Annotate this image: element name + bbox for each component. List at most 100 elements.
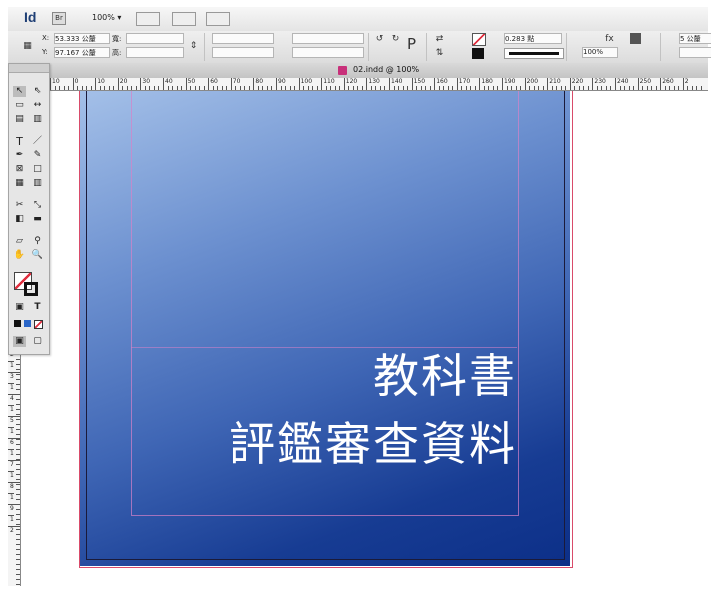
pen-tool-icon[interactable]: ✒ — [13, 150, 26, 161]
ruler-minor-tick — [420, 86, 422, 90]
hand-tool-icon[interactable]: ✋ — [13, 250, 26, 261]
direct-selection-tool-icon[interactable]: ⇖ — [31, 86, 44, 97]
document-tab-title[interactable]: 02.indd @ 100% — [353, 65, 419, 74]
tools-panel: ↖ ⇖ ▭ ↔ ▤ ▥ T ／ ✒ ✎ ⊠ □ ▦ ▥ ✂ ⤡ ◧ ▬ ▱ ⚲ … — [8, 63, 50, 355]
title-line-1[interactable]: 教科書 — [131, 346, 517, 406]
stroke-type-dropdown[interactable] — [504, 48, 564, 59]
page-tool-icon[interactable]: ▭ — [13, 100, 26, 111]
effects-icon[interactable]: fx — [604, 34, 615, 44]
zoom-level-dropdown[interactable]: 100% ▾ — [92, 13, 121, 22]
stroke-swatch[interactable] — [472, 48, 484, 59]
ruler-label: 230 — [594, 78, 606, 85]
apply-none-icon[interactable] — [34, 320, 43, 329]
ruler-label: 110 — [323, 78, 335, 85]
rotate-ccw-icon[interactable]: ↺ — [374, 34, 385, 44]
document-tab-bar: 02.indd @ 100% — [8, 63, 708, 79]
ruler-minor-tick — [239, 86, 241, 90]
normal-view-icon[interactable]: ▣ — [13, 336, 26, 347]
ruler-minor-tick — [16, 439, 20, 440]
stroke-color-swatch[interactable] — [24, 282, 38, 296]
scale-y-field[interactable] — [212, 47, 274, 58]
view-options-button[interactable] — [136, 12, 160, 26]
rotate-cw-icon[interactable]: ↻ — [390, 34, 401, 44]
reference-point-icon[interactable]: ▦ — [22, 41, 33, 51]
apply-gradient-icon[interactable] — [24, 320, 31, 327]
opacity-field[interactable]: 100% — [582, 47, 618, 58]
ruler-minor-tick — [325, 86, 327, 90]
ruler-major-tick — [276, 78, 277, 90]
horizontal-ruler[interactable]: 10 0 10 20 30 40 50 60 70 80 90 100 110 120 130 140 150 1… — [46, 78, 708, 91]
ruler-minor-tick — [556, 86, 558, 90]
bridge-button[interactable]: Br — [52, 12, 66, 25]
width-field[interactable] — [126, 33, 184, 44]
pencil-tool-icon[interactable]: ✎ — [31, 150, 44, 161]
corner-options-field[interactable] — [679, 47, 711, 58]
ruler-label: 1 — [10, 406, 14, 413]
scale-x-field[interactable] — [212, 33, 274, 44]
select-content-icon[interactable]: P — [406, 37, 417, 52]
ruler-major-tick — [479, 78, 481, 90]
tools-panel-header[interactable] — [9, 64, 49, 73]
free-transform-tool-icon[interactable]: ⤡ — [31, 200, 44, 211]
ruler-minor-tick — [646, 86, 648, 90]
flip-horizontal-icon[interactable]: ⇄ — [434, 34, 445, 44]
selection-tool-icon[interactable]: ↖ — [13, 86, 26, 97]
ruler-minor-tick — [628, 86, 630, 90]
ruler-label: 120 — [345, 78, 358, 85]
rectangle-frame-tool-icon[interactable]: ⊠ — [13, 164, 26, 175]
ruler-minor-tick — [16, 524, 20, 525]
stroke-weight-field[interactable]: 0.283 點 — [504, 33, 562, 44]
ruler-minor-tick — [664, 86, 666, 90]
ruler-minor-tick — [16, 544, 20, 545]
flip-vertical-icon[interactable]: ⇅ — [434, 48, 445, 58]
ruler-label: 170 — [458, 78, 471, 85]
scissors-tool-icon[interactable]: ✂ — [13, 200, 26, 211]
ruler-major-tick — [592, 78, 594, 90]
fill-swatch[interactable] — [472, 33, 486, 46]
constrain-proportions-icon[interactable]: ⇕ — [188, 41, 199, 51]
ruler-minor-tick — [407, 86, 409, 90]
text-wrap-icon[interactable] — [630, 33, 641, 44]
vertical-grid-tool-icon[interactable]: ▥ — [31, 178, 44, 189]
ruler-minor-tick — [596, 86, 598, 90]
x-position-field[interactable]: 53.333 公釐 — [54, 33, 110, 44]
gap-field[interactable]: 5 公釐 — [679, 33, 711, 44]
ruler-minor-tick — [605, 86, 607, 90]
rotation-field[interactable] — [292, 33, 364, 44]
y-position-field[interactable]: 97.167 公釐 — [54, 47, 110, 58]
ruler-minor-tick — [610, 86, 612, 90]
ruler-minor-tick — [81, 86, 83, 90]
arrange-documents-button[interactable] — [206, 12, 230, 26]
ruler-minor-tick — [16, 504, 20, 505]
gradient-swatch-tool-icon[interactable]: ◧ — [13, 214, 26, 225]
type-tool-icon[interactable]: T — [13, 136, 26, 147]
ruler-minor-tick — [651, 86, 653, 90]
ruler-minor-tick — [691, 86, 693, 90]
note-tool-icon[interactable]: ▱ — [13, 236, 26, 247]
apply-color-icon[interactable] — [14, 320, 21, 327]
ruler-minor-tick — [294, 86, 296, 90]
rectangle-tool-icon[interactable]: □ — [31, 164, 44, 175]
shear-field[interactable] — [292, 47, 364, 58]
eyedropper-tool-icon[interactable]: ⚲ — [31, 236, 44, 247]
ruler-minor-tick — [68, 86, 70, 90]
height-field[interactable] — [126, 47, 184, 58]
screen-mode-button[interactable] — [172, 12, 196, 26]
title-line-2[interactable]: 評鑑審查資料 — [131, 414, 517, 474]
ruler-minor-tick — [16, 494, 20, 495]
ruler-minor-tick — [465, 86, 467, 90]
zoom-tool-icon[interactable]: 🔍 — [31, 250, 44, 261]
preview-mode-icon[interactable]: ▢ — [31, 336, 44, 347]
line-tool-icon[interactable]: ／ — [31, 136, 44, 147]
ruler-minor-tick — [257, 86, 259, 90]
formatting-text-icon[interactable]: T — [31, 302, 44, 313]
horizontal-grid-tool-icon[interactable]: ▦ — [13, 178, 26, 189]
formatting-container-icon[interactable]: ▣ — [13, 302, 26, 313]
gap-tool-icon[interactable]: ↔ — [31, 100, 44, 111]
gradient-feather-tool-icon[interactable]: ▬ — [31, 214, 44, 225]
ruler-minor-tick — [16, 419, 20, 420]
ruler-minor-tick — [16, 574, 20, 575]
ruler-major-tick — [411, 78, 413, 90]
content-collector-icon[interactable]: ▤ — [13, 114, 26, 125]
content-placer-icon[interactable]: ▥ — [31, 114, 44, 125]
